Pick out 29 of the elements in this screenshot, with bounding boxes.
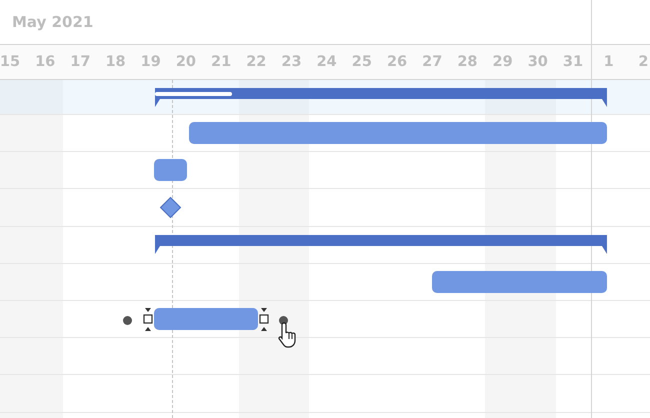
day-label: 26 (386, 53, 408, 72)
day-label: 25 (350, 53, 373, 72)
day-label: 15 (0, 53, 22, 72)
day-label: 2 (637, 53, 650, 72)
day-label: 24 (316, 53, 338, 72)
day-label: 17 (69, 53, 92, 72)
day-label: 16 (34, 53, 56, 72)
day-label: 23 (280, 53, 303, 72)
day-label: 30 (526, 53, 549, 72)
month-label: May 2021 (12, 12, 94, 33)
task-bar[interactable] (432, 270, 607, 293)
day-label: 19 (140, 53, 162, 72)
task-bar[interactable] (154, 159, 188, 182)
day-label: 27 (421, 53, 444, 72)
day-label: 18 (104, 53, 127, 72)
hand-cursor-icon (278, 320, 298, 349)
day-label: 20 (174, 53, 198, 72)
day-label: 28 (456, 53, 479, 72)
day-label: 29 (492, 53, 514, 72)
day-label: 22 (245, 53, 268, 72)
link-dot[interactable] (122, 316, 132, 325)
resize-handle[interactable] (258, 308, 269, 331)
chart-row[interactable] (0, 80, 650, 115)
summary-bar[interactable] (155, 234, 607, 254)
day-label: 31 (562, 53, 584, 72)
day-label: 21 (210, 53, 232, 72)
summary-bar[interactable] (155, 88, 607, 107)
day-label: 1 (590, 45, 626, 79)
resize-handle[interactable] (142, 308, 153, 331)
